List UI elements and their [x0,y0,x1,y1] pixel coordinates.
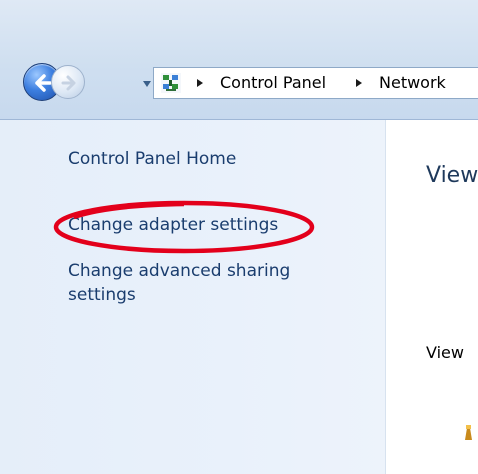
chevron-right-icon[interactable] [355,78,363,88]
change-advanced-sharing-link[interactable]: Change advanced sharing [68,261,290,282]
content-heading: View [426,163,478,188]
left-navigation-pane [0,120,386,474]
breadcrumb-network[interactable]: Network [379,73,446,92]
chevron-right-icon[interactable] [196,78,204,88]
explorer-window: Control Panel Network Control Panel Home… [0,0,478,474]
navigation-bar: Control Panel Network [11,60,478,106]
title-chrome: Control Panel Network [0,0,478,120]
control-panel-home-link[interactable]: Control Panel Home [68,149,236,170]
forward-button[interactable] [51,65,85,99]
red-highlight-ellipse [53,200,315,254]
dropdown-arrow-icon[interactable] [142,79,152,89]
forward-arrow-icon [61,75,76,91]
breadcrumb-control-panel[interactable]: Control Panel [220,73,326,92]
control-panel-icon [161,73,181,93]
change-advanced-sharing-link-line2[interactable]: settings [68,285,136,306]
content-subheading: View [426,343,464,362]
address-bar[interactable]: Control Panel Network [153,67,478,99]
network-icon [465,425,472,440]
